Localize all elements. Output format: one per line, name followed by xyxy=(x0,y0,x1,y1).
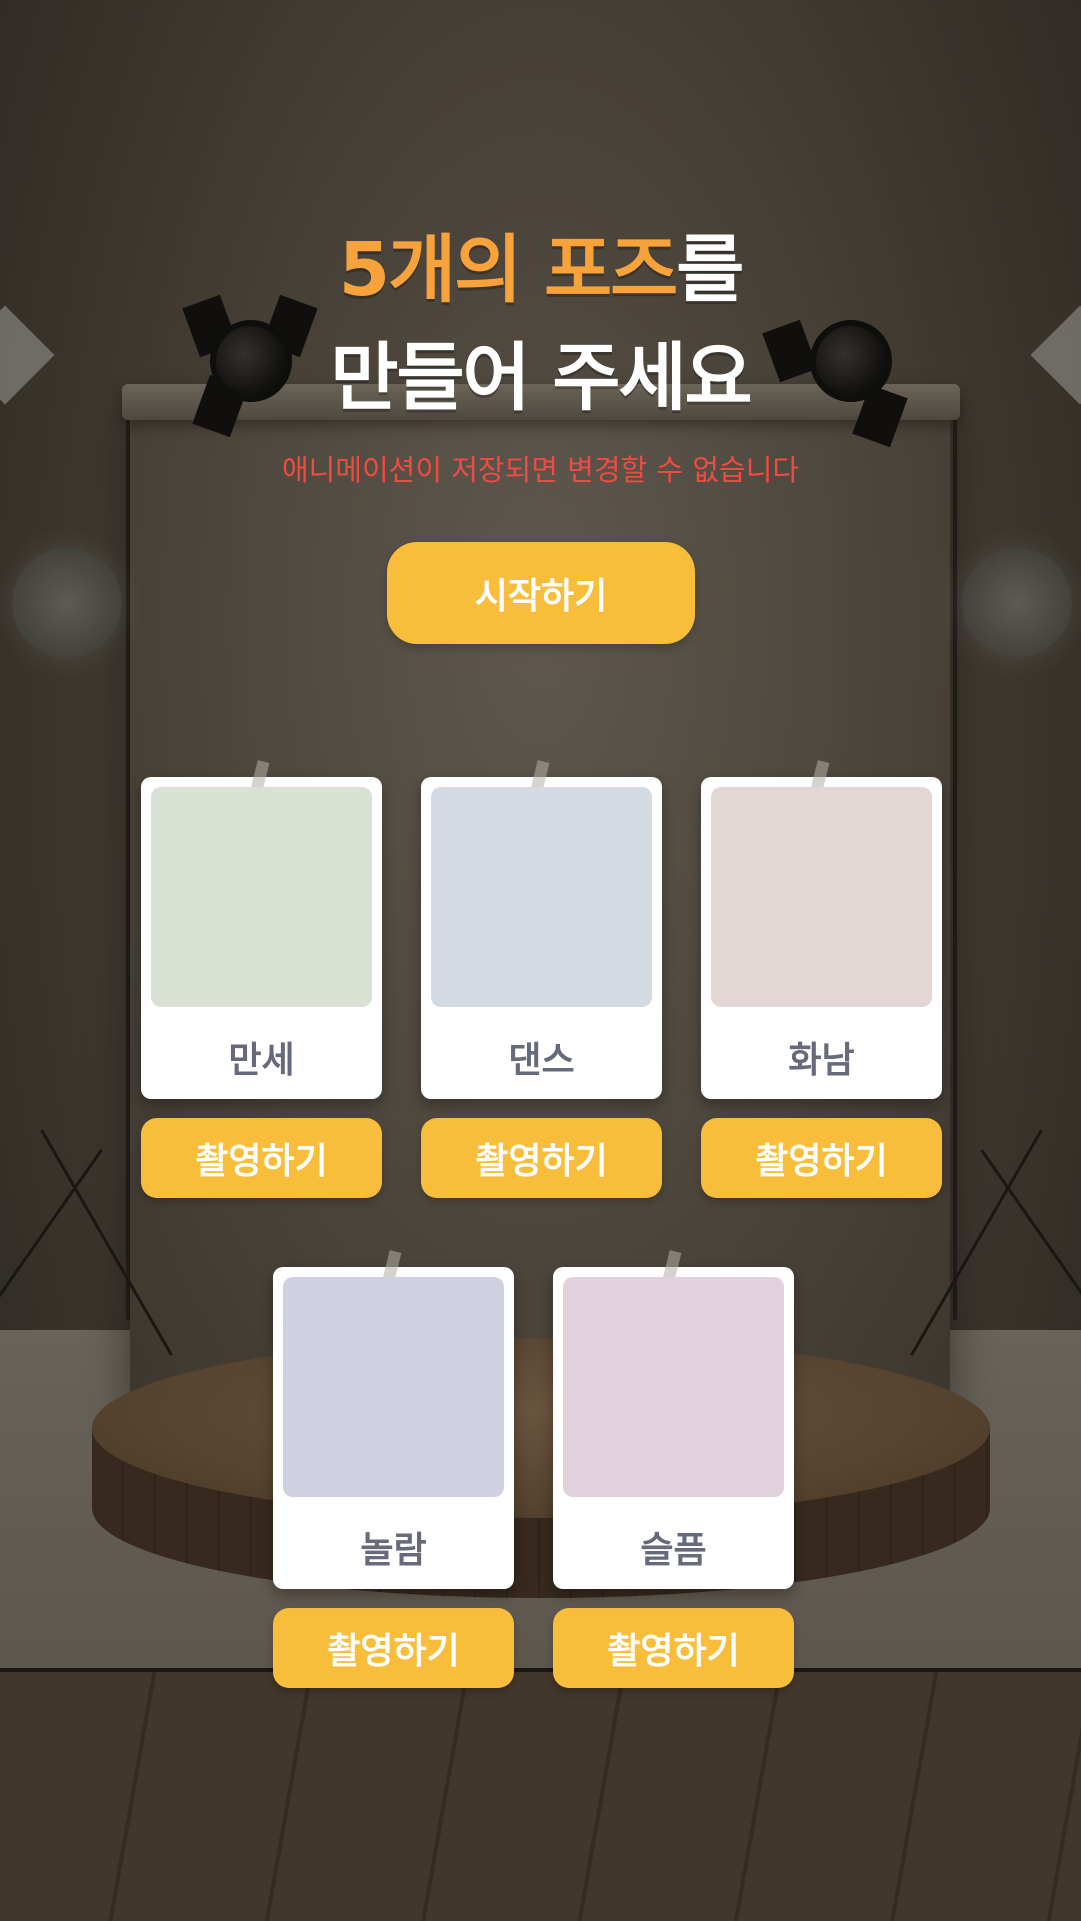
pose-thumbnail xyxy=(711,787,932,1007)
title-accent: 5개의 포즈 xyxy=(338,227,679,313)
photo-studio-screen: 5개의 포즈를 만들어 주세요 애니메이션이 저장되면 변경할 수 없습니다 시… xyxy=(0,0,1081,1921)
start-button[interactable]: 시작하기 xyxy=(387,542,695,644)
page-title-line1: 5개의 포즈를 xyxy=(0,210,1081,317)
shoot-button[interactable]: 촬영하기 xyxy=(273,1608,514,1688)
pose-label: 댄스 xyxy=(508,1040,575,1081)
pose-card[interactable]: 댄스 xyxy=(421,760,662,1099)
pose-card[interactable]: 만세 xyxy=(141,760,382,1099)
pose-thumbnail xyxy=(563,1277,784,1497)
pose-thumbnail xyxy=(151,787,372,1007)
pose-item-sad: 슬픔 촬영하기 xyxy=(553,1250,794,1688)
pose-card[interactable]: 화남 xyxy=(701,760,942,1099)
pose-item-dance: 댄스 촬영하기 xyxy=(421,760,662,1198)
pose-card[interactable]: 슬픔 xyxy=(553,1250,794,1589)
page-title-line2: 만들어 주세요 xyxy=(330,335,752,421)
shoot-button[interactable]: 촬영하기 xyxy=(421,1118,662,1198)
pose-item-surprise: 놀람 촬영하기 xyxy=(273,1250,514,1688)
pose-label: 화남 xyxy=(788,1040,855,1081)
pose-item-angry: 화남 촬영하기 xyxy=(701,760,942,1198)
shoot-button[interactable]: 촬영하기 xyxy=(553,1608,794,1688)
pose-label: 슬픔 xyxy=(640,1530,707,1571)
pose-card[interactable]: 놀람 xyxy=(273,1250,514,1589)
shoot-button[interactable]: 촬영하기 xyxy=(701,1118,942,1198)
shoot-button[interactable]: 촬영하기 xyxy=(141,1118,382,1198)
pose-label: 놀람 xyxy=(360,1530,427,1571)
pose-thumbnail xyxy=(431,787,652,1007)
pose-item-hurray: 만세 촬영하기 xyxy=(141,760,382,1198)
pose-thumbnail xyxy=(283,1277,504,1497)
warning-subtitle: 애니메이션이 저장되면 변경할 수 없습니다 xyxy=(281,453,800,487)
pose-label: 만세 xyxy=(228,1040,295,1081)
title-suffix: 를 xyxy=(676,227,744,313)
